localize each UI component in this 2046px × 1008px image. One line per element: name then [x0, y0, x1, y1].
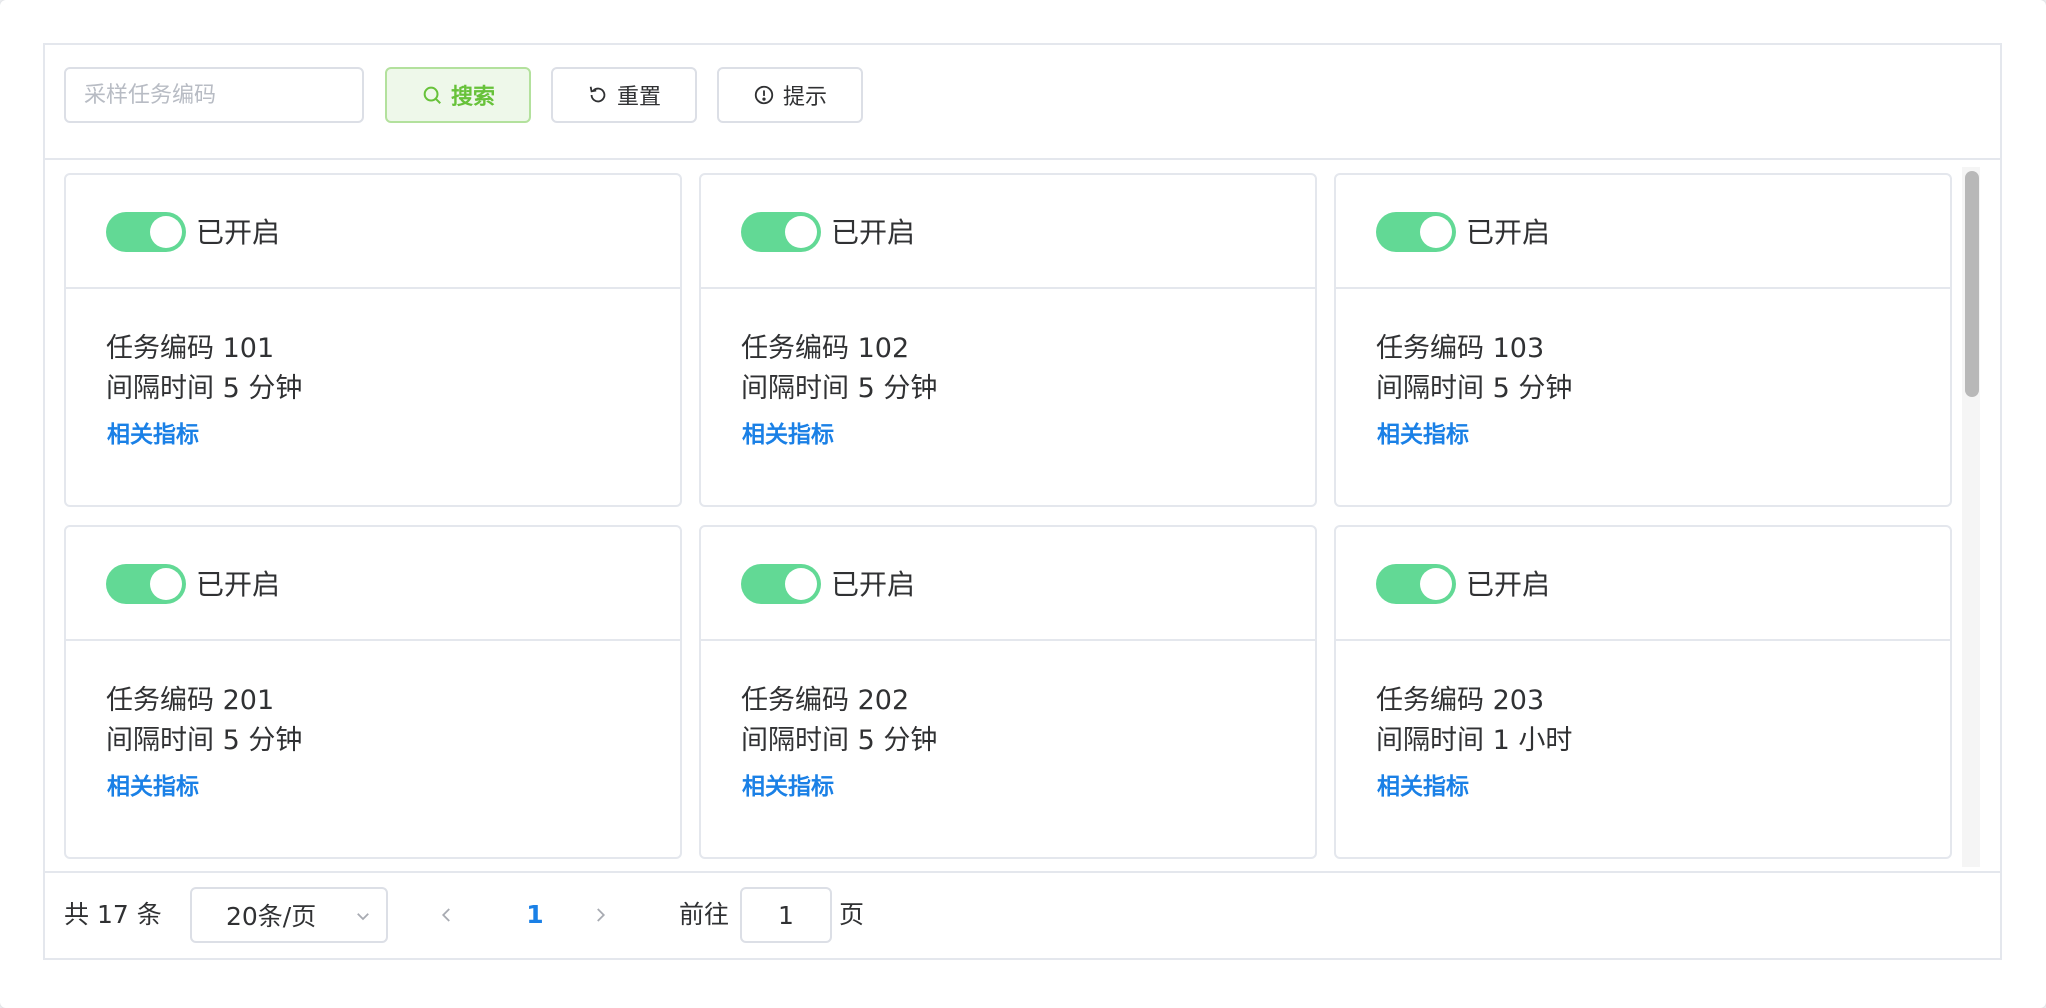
task-panel: 搜索 重置 提示 已开启	[43, 43, 2002, 960]
task-interval: 间隔时间 5 分钟	[741, 373, 938, 404]
page-number-current[interactable]: 1	[515, 895, 555, 935]
task-interval: 间隔时间 5 分钟	[106, 725, 303, 756]
chevron-down-icon	[357, 913, 369, 921]
task-card-grid: 已开启 任务编码 101 间隔时间 5 分钟 相关指标 已开启 任务编码 102…	[45, 162, 2000, 868]
pagination: 共 17 条 20条/页 1 前往 页	[45, 871, 2000, 958]
card-body: 任务编码 202 间隔时间 5 分钟 相关指标	[741, 681, 1295, 801]
chevron-left-icon	[441, 908, 450, 922]
tips-button[interactable]: 提示	[717, 67, 863, 123]
page-size-value: 20条/页	[226, 902, 317, 931]
task-code: 任务编码 103	[1376, 333, 1545, 364]
enable-switch[interactable]	[106, 564, 186, 604]
tips-button-label: 提示	[782, 85, 827, 110]
task-code: 任务编码 102	[741, 333, 910, 364]
card-body: 任务编码 201 间隔时间 5 分钟 相关指标	[106, 681, 660, 801]
card-body: 任务编码 103 间隔时间 5 分钟 相关指标	[1376, 329, 1930, 449]
goto-suffix: 页	[839, 900, 865, 929]
chevron-right-icon	[597, 908, 606, 922]
refresh-icon	[589, 86, 606, 103]
task-card: 已开启 任务编码 101 间隔时间 5 分钟 相关指标	[64, 173, 682, 507]
card-header: 已开启	[701, 175, 1315, 289]
card-header: 已开启	[1336, 175, 1950, 289]
reset-button-label: 重置	[616, 85, 661, 110]
search-icon	[423, 86, 441, 104]
card-body: 任务编码 101 间隔时间 5 分钟 相关指标	[106, 329, 660, 449]
card-header: 已开启	[701, 527, 1315, 641]
related-metrics-link[interactable]: 相关指标	[1377, 767, 1469, 801]
switch-knob	[1420, 216, 1452, 248]
related-metrics-link[interactable]: 相关指标	[742, 767, 834, 801]
switch-status-label: 已开启	[196, 216, 281, 249]
switch-knob	[785, 568, 817, 600]
prev-page-button[interactable]	[429, 895, 465, 935]
card-header: 已开启	[66, 175, 680, 289]
card-body: 任务编码 102 间隔时间 5 分钟 相关指标	[741, 329, 1295, 449]
search-button[interactable]: 搜索	[385, 67, 531, 123]
search-button-label: 搜索	[450, 85, 495, 110]
task-code: 任务编码 201	[106, 685, 275, 716]
task-interval: 间隔时间 5 分钟	[106, 373, 303, 404]
total-count: 共 17 条	[64, 900, 162, 929]
card-header: 已开启	[1336, 527, 1950, 641]
related-metrics-link[interactable]: 相关指标	[742, 415, 834, 449]
switch-status-label: 已开启	[831, 216, 916, 249]
task-card: 已开启 任务编码 201 间隔时间 5 分钟 相关指标	[64, 525, 682, 859]
switch-knob	[150, 216, 182, 248]
enable-switch[interactable]	[741, 564, 821, 604]
switch-status-label: 已开启	[831, 568, 916, 601]
switch-knob	[1420, 568, 1452, 600]
reset-button[interactable]: 重置	[551, 67, 697, 123]
vertical-scrollbar[interactable]	[1962, 167, 1980, 867]
task-card: 已开启 任务编码 103 间隔时间 5 分钟 相关指标	[1334, 173, 1952, 507]
switch-knob	[785, 216, 817, 248]
goto-page-input[interactable]	[740, 887, 832, 943]
task-interval: 间隔时间 5 分钟	[741, 725, 938, 756]
task-card: 已开启 任务编码 102 间隔时间 5 分钟 相关指标	[699, 173, 1317, 507]
enable-switch[interactable]	[106, 212, 186, 252]
task-interval: 间隔时间 1 小时	[1376, 725, 1573, 756]
related-metrics-link[interactable]: 相关指标	[107, 415, 199, 449]
next-page-button[interactable]	[582, 895, 618, 935]
related-metrics-link[interactable]: 相关指标	[107, 767, 199, 801]
task-code: 任务编码 203	[1376, 685, 1545, 716]
switch-status-label: 已开启	[1466, 568, 1551, 601]
app-window: 搜索 重置 提示 已开启	[0, 0, 2046, 1008]
task-interval: 间隔时间 5 分钟	[1376, 373, 1573, 404]
toolbar: 搜索 重置 提示	[45, 45, 2000, 160]
enable-switch[interactable]	[741, 212, 821, 252]
goto-label: 前往	[679, 900, 730, 929]
switch-status-label: 已开启	[1466, 216, 1551, 249]
enable-switch[interactable]	[1376, 212, 1456, 252]
info-circle-icon	[754, 85, 774, 105]
task-code-search-input[interactable]	[64, 67, 364, 123]
card-body: 任务编码 203 间隔时间 1 小时 相关指标	[1376, 681, 1930, 801]
task-code: 任务编码 101	[106, 333, 275, 364]
task-card: 已开启 任务编码 202 间隔时间 5 分钟 相关指标	[699, 525, 1317, 859]
scrollbar-thumb[interactable]	[1965, 171, 1979, 397]
task-card: 已开启 任务编码 203 间隔时间 1 小时 相关指标	[1334, 525, 1952, 859]
page-size-select[interactable]: 20条/页	[190, 887, 388, 943]
related-metrics-link[interactable]: 相关指标	[1377, 415, 1469, 449]
enable-switch[interactable]	[1376, 564, 1456, 604]
switch-knob	[150, 568, 182, 600]
card-header: 已开启	[66, 527, 680, 641]
switch-status-label: 已开启	[196, 568, 281, 601]
task-code: 任务编码 202	[741, 685, 910, 716]
